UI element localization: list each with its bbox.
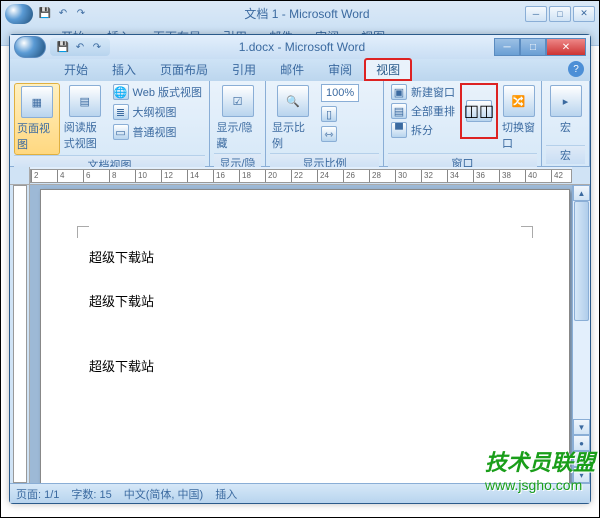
page-width-button[interactable]: ⇿ <box>318 125 362 143</box>
zoom-button[interactable]: 🔍 显示比例 <box>270 83 316 153</box>
new-window-button[interactable]: ▣新建窗口 <box>388 83 458 101</box>
zoom-100-button[interactable]: 100% <box>318 83 362 103</box>
group-zoom: 🔍 显示比例 100% ▯ ⇿ 显示比例 <box>266 81 384 166</box>
save-icon[interactable]: 💾 <box>37 6 53 22</box>
help-icon[interactable]: ? <box>568 61 584 77</box>
tab-ref[interactable]: 引用 <box>220 58 268 81</box>
one-page-icon: ▯ <box>321 106 337 122</box>
switch-window-label: 切换窗口 <box>502 119 535 151</box>
status-page[interactable]: 页面: 1/1 <box>16 486 59 502</box>
vertical-scrollbar[interactable]: ▲ ▼ ● ▴ ▾ <box>572 185 590 483</box>
tab-mail[interactable]: 邮件 <box>268 58 316 81</box>
group-label-macro: 宏 <box>546 145 585 164</box>
margin-corner-tr <box>521 226 533 238</box>
document-area: 超级下载站 超级下载站 超级下载站 ▲ ▼ ● ▴ ▾ <box>10 185 590 483</box>
ribbon: ▦ 页面视图 ▤ 阅读版式视图 🌐Web 版式视图 ≣大纲视图 ▭普通视图 文档… <box>10 81 590 167</box>
undo-icon[interactable]: ↶ <box>73 40 87 54</box>
status-word-count[interactable]: 字数: 15 <box>71 486 111 502</box>
outline-view-button[interactable]: ≣大纲视图 <box>110 103 205 121</box>
bg-maximize-button[interactable]: □ <box>549 6 571 22</box>
zoom-label: 显示比例 <box>272 119 314 151</box>
paragraph[interactable]: 超级下载站 <box>89 349 521 385</box>
macro-label: 宏 <box>560 119 571 135</box>
quick-access-toolbar-bg: 💾 ↶ ↷ <box>37 6 89 22</box>
document-page[interactable]: 超级下载站 超级下载站 超级下载站 <box>40 189 570 483</box>
status-language[interactable]: 中文(简体, 中国) <box>124 486 203 502</box>
quick-access-toolbar: 💾 ↶ ↷ <box>50 38 110 56</box>
redo-icon[interactable]: ↷ <box>90 40 104 54</box>
status-bar: 页面: 1/1 字数: 15 中文(简体, 中国) 插入 <box>10 483 590 503</box>
tab-start[interactable]: 开始 <box>52 58 100 81</box>
tab-review[interactable]: 审阅 <box>316 58 364 81</box>
bg-close-button[interactable]: ✕ <box>573 6 595 22</box>
zoom-icon: 🔍 <box>277 85 309 117</box>
outline-view-icon: ≣ <box>113 104 129 120</box>
split-icon: ▀ <box>391 122 407 138</box>
prev-page-button[interactable]: ▴ <box>573 451 590 467</box>
browse-object-button[interactable]: ● <box>573 435 590 451</box>
margin-corner-tl <box>77 226 89 238</box>
view-side-by-side-button[interactable]: ◫◫ <box>460 83 498 139</box>
split-button[interactable]: ▀拆分 <box>388 121 458 139</box>
group-show-hide: ☑ 显示/隐藏 显示/隐藏 <box>210 81 266 166</box>
foreground-word-window: 💾 ↶ ↷ 1.docx - Microsoft Word ─ □ ✕ 开始 插… <box>9 34 591 504</box>
scroll-track[interactable] <box>573 201 590 419</box>
save-icon[interactable]: 💾 <box>56 40 70 54</box>
scroll-thumb[interactable] <box>574 201 589 321</box>
horizontal-ruler[interactable] <box>10 167 590 185</box>
macro-icon: ▸ <box>550 85 582 117</box>
ribbon-tabs: 开始 插入 页面布局 引用 邮件 审阅 视图 ? <box>10 59 590 81</box>
page-viewport[interactable]: 超级下载站 超级下载站 超级下载站 <box>30 185 572 483</box>
page-view-label: 页面视图 <box>17 120 57 152</box>
macro-button[interactable]: ▸ 宏 <box>549 83 583 137</box>
reading-view-label: 阅读版式视图 <box>64 119 106 151</box>
show-hide-label: 显示/隐藏 <box>217 119 259 151</box>
show-hide-icon: ☑ <box>222 85 254 117</box>
reading-view-icon: ▤ <box>69 85 101 117</box>
bg-window-title: 文档 1 - Microsoft Word <box>89 5 525 22</box>
arrange-all-icon: ▤ <box>391 103 407 119</box>
side-by-side-icon: ◫◫ <box>466 100 492 122</box>
draft-view-icon: ▭ <box>113 124 129 140</box>
arrange-all-button[interactable]: ▤全部重排 <box>388 102 458 120</box>
close-button[interactable]: ✕ <box>546 38 586 56</box>
bg-minimize-button[interactable]: ─ <box>525 6 547 22</box>
scroll-up-button[interactable]: ▲ <box>573 185 590 201</box>
draft-view-button[interactable]: ▭普通视图 <box>110 123 205 141</box>
maximize-button[interactable]: □ <box>520 38 546 56</box>
tab-layout[interactable]: 页面布局 <box>148 58 220 81</box>
ruler-scrollbar-spacer <box>572 167 590 184</box>
group-document-views: ▦ 页面视图 ▤ 阅读版式视图 🌐Web 版式视图 ≣大纲视图 ▭普通视图 文档… <box>10 81 210 166</box>
ruler-corner <box>10 167 30 184</box>
next-page-button[interactable]: ▾ <box>573 467 590 483</box>
switch-window-icon: 🔀 <box>503 85 535 117</box>
vertical-ruler[interactable] <box>10 185 30 483</box>
reading-view-button[interactable]: ▤ 阅读版式视图 <box>62 83 108 153</box>
undo-icon[interactable]: ↶ <box>55 6 71 22</box>
minimize-button[interactable]: ─ <box>494 38 520 56</box>
paragraph[interactable]: 超级下载站 <box>89 284 521 320</box>
web-view-button[interactable]: 🌐Web 版式视图 <box>110 83 205 101</box>
show-hide-button[interactable]: ☑ 显示/隐藏 <box>215 83 261 153</box>
page-view-button[interactable]: ▦ 页面视图 <box>14 83 60 155</box>
web-view-icon: 🌐 <box>113 84 129 100</box>
paragraph[interactable]: 超级下载站 <box>89 240 521 276</box>
one-page-button[interactable]: ▯ <box>318 105 362 123</box>
scroll-down-button[interactable]: ▼ <box>573 419 590 435</box>
new-window-icon: ▣ <box>391 84 407 100</box>
status-insert-mode[interactable]: 插入 <box>215 486 237 502</box>
office-button[interactable] <box>14 36 46 58</box>
page-view-icon: ▦ <box>21 86 53 118</box>
redo-icon[interactable]: ↷ <box>73 6 89 22</box>
tab-insert[interactable]: 插入 <box>100 58 148 81</box>
switch-window-button[interactable]: 🔀 切换窗口 <box>500 83 537 153</box>
group-window: ▣新建窗口 ▤全部重排 ▀拆分 ◫◫ 🔀 切换窗口 窗口 <box>384 81 542 166</box>
office-button-bg[interactable] <box>5 4 33 24</box>
window-title: 1.docx - Microsoft Word <box>110 40 494 54</box>
page-width-icon: ⇿ <box>321 126 337 142</box>
group-macro: ▸ 宏 宏 <box>542 81 590 166</box>
tab-view[interactable]: 视图 <box>364 58 412 81</box>
